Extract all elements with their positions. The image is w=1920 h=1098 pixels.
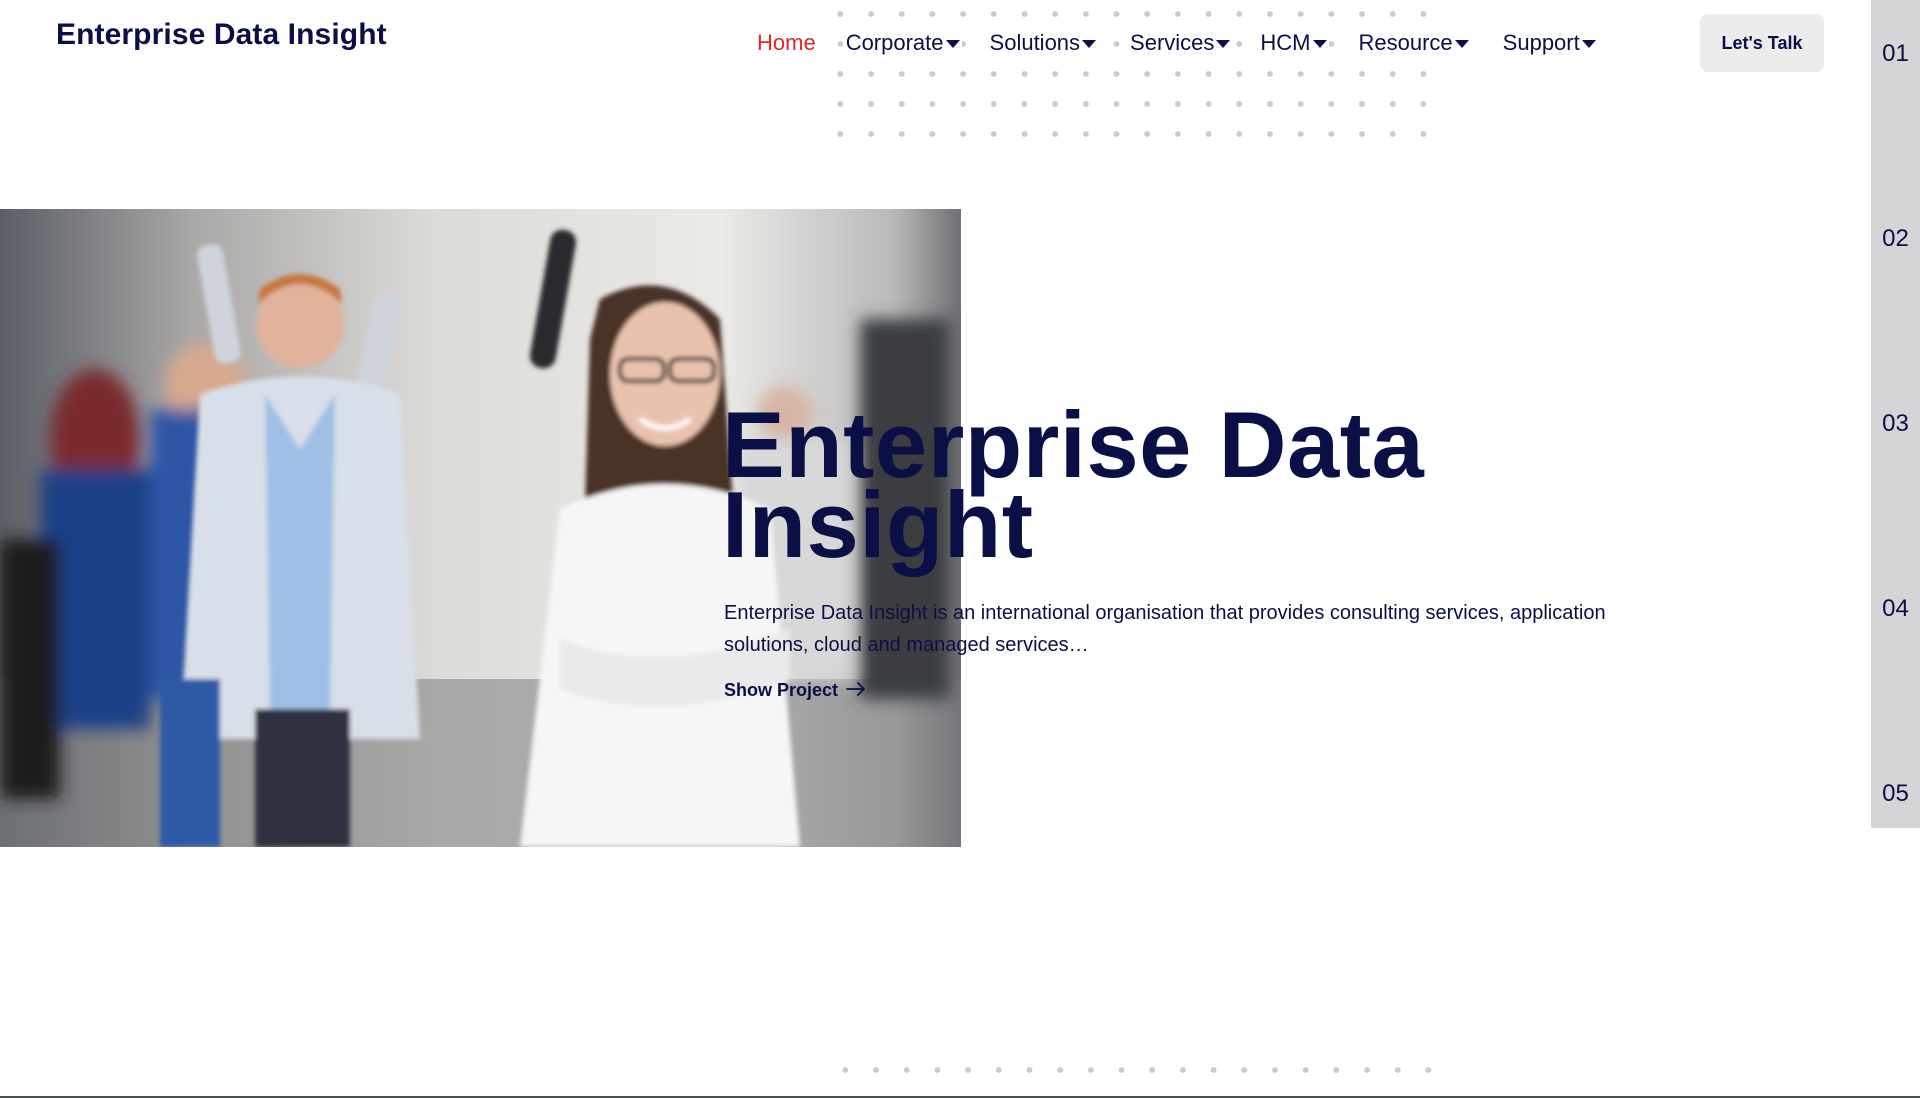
nav-item-label: Resource	[1358, 30, 1453, 55]
nav-item-hcm[interactable]: HCM	[1258, 30, 1329, 56]
slide-index-3[interactable]: 03	[1871, 410, 1920, 438]
caret-down-icon	[945, 40, 960, 48]
site-logo[interactable]: Enterprise Data Insight	[56, 18, 387, 52]
caret-down-icon	[1216, 40, 1231, 48]
nav-item-services[interactable]: Services	[1128, 30, 1233, 56]
main-nav: Home Corporate Solutions Services HCM Re…	[755, 28, 1624, 58]
hero-title: Enterprise Data Insight	[722, 398, 1722, 577]
nav-item-label: Services	[1130, 30, 1215, 55]
caret-down-icon	[1454, 40, 1469, 48]
caret-down-icon	[1312, 40, 1327, 48]
nav-item-label: Support	[1502, 30, 1580, 55]
caret-down-icon	[1581, 40, 1596, 48]
nav-item-support[interactable]: Support	[1500, 30, 1598, 56]
nav-item-corporate[interactable]: Corporate	[843, 30, 962, 56]
nav-item-solutions[interactable]: Solutions	[987, 30, 1099, 56]
slide-index-2[interactable]: 02	[1871, 225, 1920, 253]
nav-item-label: Home	[757, 30, 816, 55]
caret-down-icon	[1082, 40, 1097, 48]
nav-item-label: Corporate	[845, 30, 944, 55]
dot-pattern-top	[825, 0, 1445, 150]
hero-description: Enterprise Data Insight is an internatio…	[724, 602, 1606, 656]
hero-title-line-2: Insight	[722, 472, 1034, 577]
show-project-label: Show Project	[724, 680, 839, 700]
show-project-link[interactable]: Show Project	[724, 680, 866, 701]
nav-item-resource[interactable]: Resource	[1356, 30, 1471, 56]
nav-item-label: Solutions	[989, 30, 1081, 55]
dot-pattern-bottom	[830, 1058, 1450, 1082]
slide-index-rail: 01 02 03 04 05	[1871, 0, 1920, 828]
arrow-right-icon	[846, 680, 866, 701]
nav-item-home[interactable]: Home	[755, 30, 818, 56]
nav-item-label: HCM	[1260, 30, 1311, 55]
slide-index-1[interactable]: 01	[1871, 40, 1920, 68]
slide-index-5[interactable]: 05	[1871, 780, 1920, 808]
lets-talk-button[interactable]: Let's Talk	[1700, 14, 1824, 72]
slide-index-4[interactable]: 04	[1871, 595, 1920, 623]
